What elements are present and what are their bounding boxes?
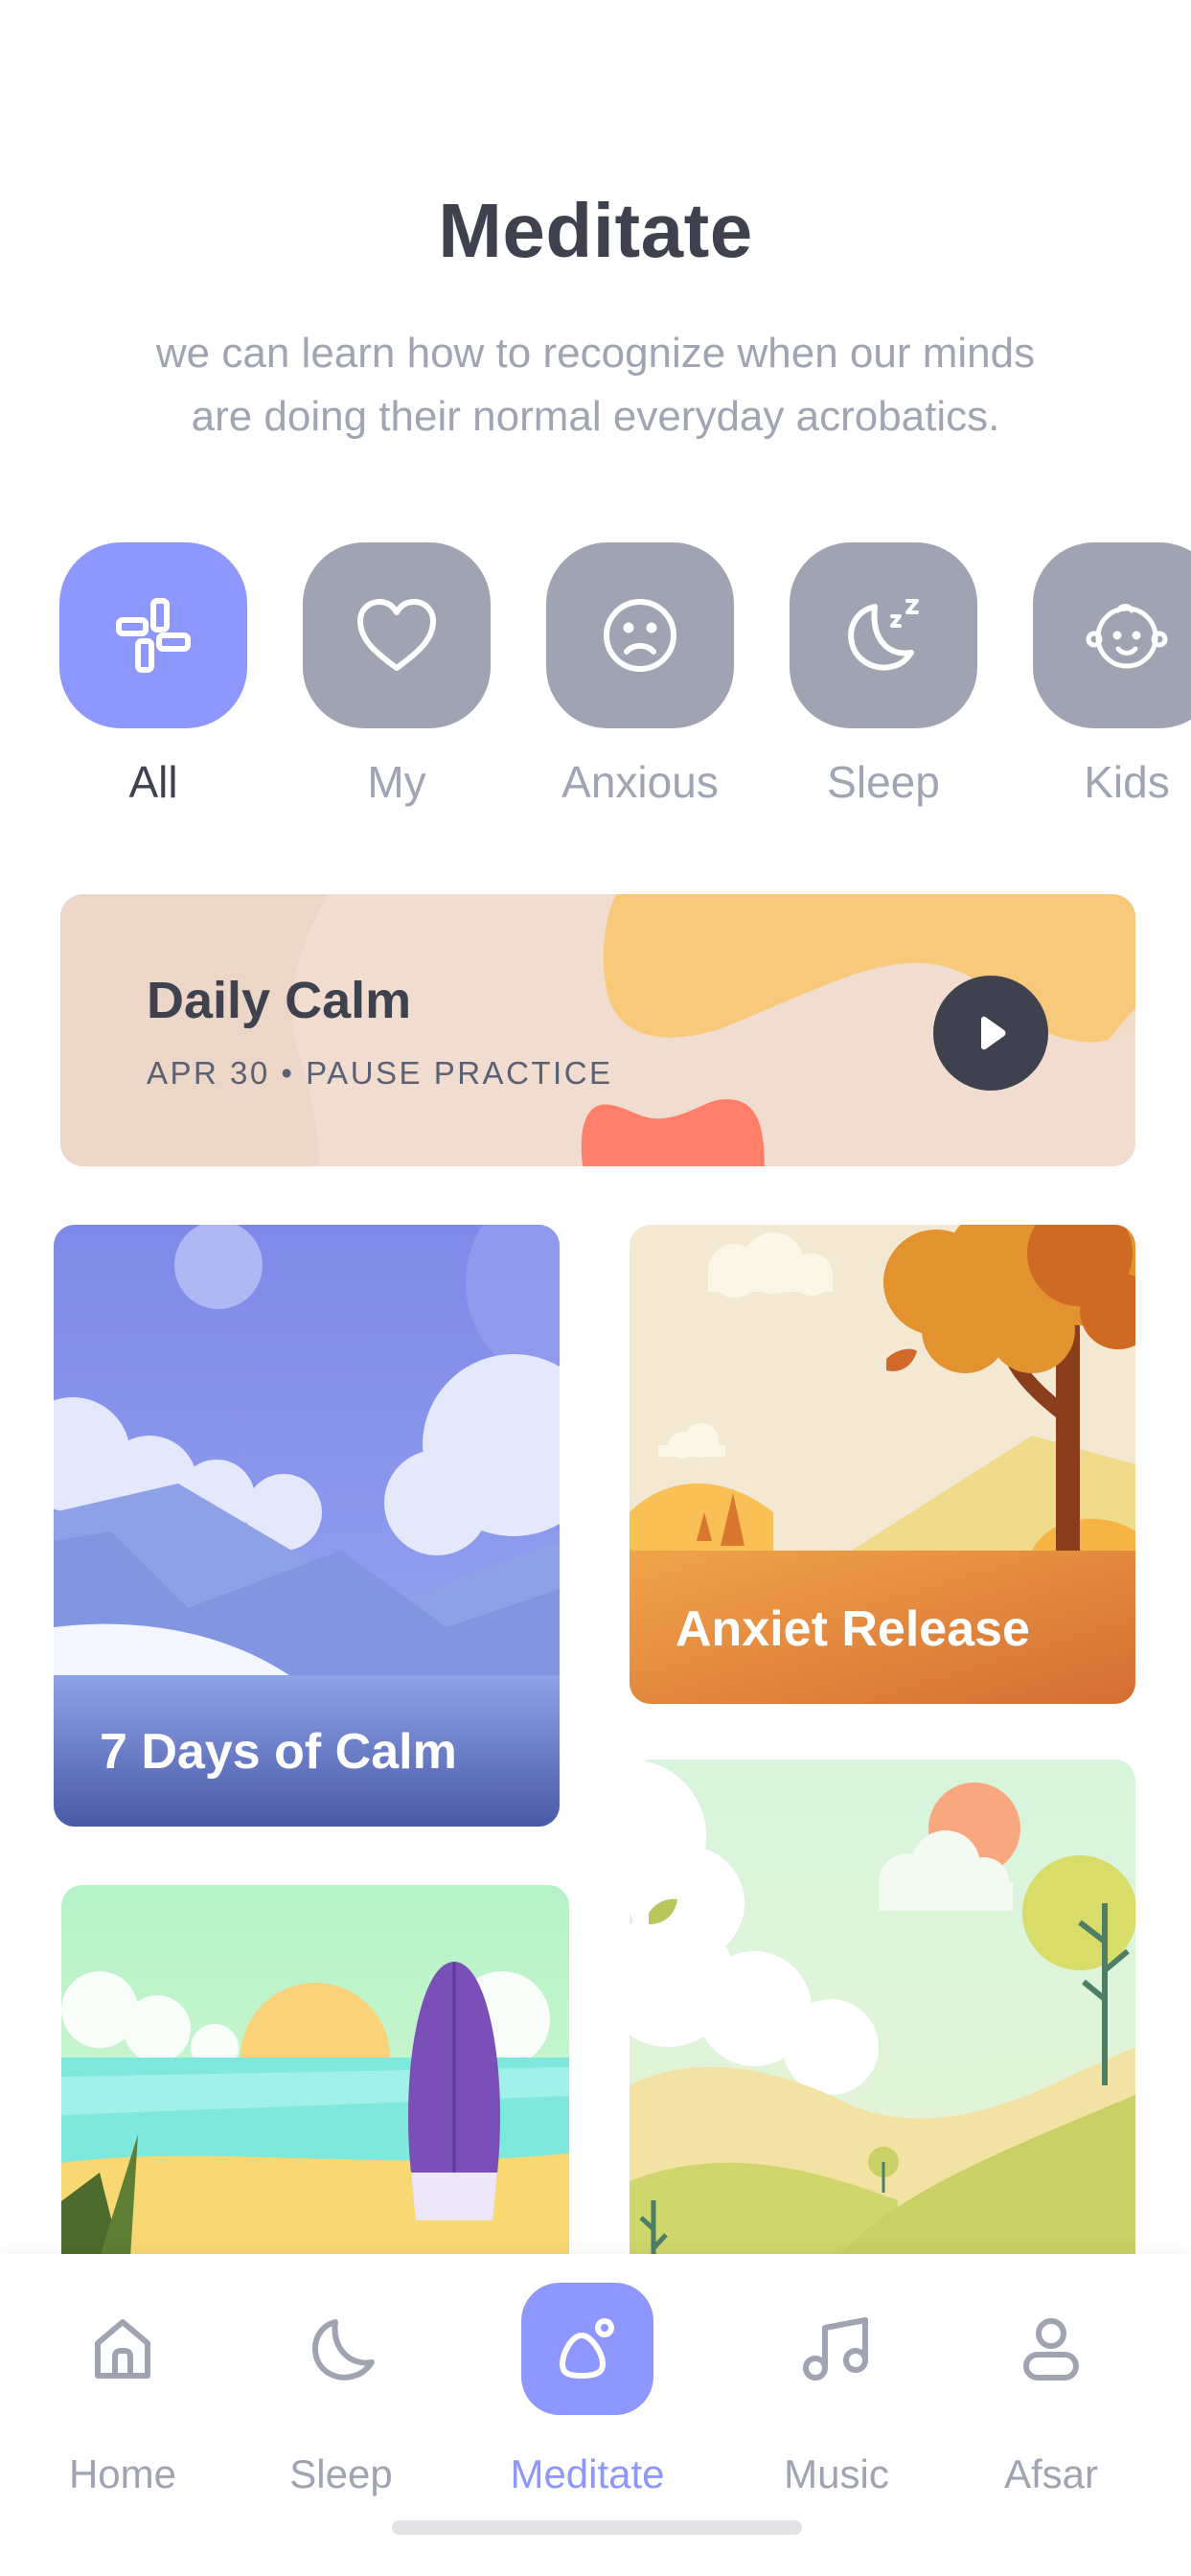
daily-calm-title: Daily Calm bbox=[147, 972, 412, 1029]
category-sleep-chip[interactable] bbox=[790, 542, 977, 728]
category-my-label: My bbox=[367, 757, 426, 807]
play-icon bbox=[981, 1016, 1006, 1050]
category-anxious-chip[interactable] bbox=[546, 542, 734, 728]
music-icon bbox=[803, 2317, 868, 2380]
category-sleep-label: Sleep bbox=[827, 757, 940, 807]
nav-label-sleep: Sleep bbox=[289, 2451, 393, 2496]
baby-face-icon bbox=[1086, 604, 1168, 669]
page-subtitle: we can learn how to recognize when our m… bbox=[105, 322, 1086, 448]
category-my[interactable]: My bbox=[303, 542, 491, 807]
nav-label-meditate: Meditate bbox=[510, 2451, 665, 2496]
category-all-chip[interactable] bbox=[59, 542, 247, 728]
beach-surfboard-illustration bbox=[61, 1885, 569, 2288]
category-my-chip[interactable] bbox=[303, 542, 491, 728]
home-icon bbox=[95, 2319, 150, 2379]
category-all[interactable]: All bbox=[59, 542, 247, 807]
course-card-meadow[interactable] bbox=[630, 1760, 1135, 2277]
page-title: Meditate bbox=[438, 188, 753, 273]
category-anxious[interactable]: Anxious bbox=[546, 542, 734, 807]
card-title-7-days-of-calm: 7 Days of Calm bbox=[100, 1724, 457, 1780]
subtitle-line-2: are doing their normal everyday acrobati… bbox=[191, 393, 1000, 440]
home-indicator[interactable] bbox=[392, 2520, 802, 2535]
daily-calm-play-button[interactable] bbox=[933, 976, 1048, 1091]
category-all-label: All bbox=[128, 757, 178, 807]
heart-icon bbox=[357, 599, 436, 671]
card-title-anxiet-release: Anxiet Release bbox=[676, 1601, 1030, 1657]
nav-meditate-icon-wrap[interactable] bbox=[521, 2283, 653, 2415]
subtitle-line-1: we can learn how to recognize when our m… bbox=[155, 330, 1036, 377]
course-card-anxiet-release[interactable]: Anxiet Release bbox=[630, 1225, 1135, 1704]
nav-label-home: Home bbox=[68, 2451, 177, 2496]
moon-icon bbox=[312, 2319, 375, 2380]
category-kids-chip[interactable] bbox=[1033, 542, 1191, 728]
moon-zzz-icon bbox=[848, 599, 919, 671]
category-sleep[interactable]: Sleep bbox=[790, 542, 977, 807]
daily-calm-subtitle: APR 30 • PAUSE PRACTICE bbox=[147, 1055, 613, 1091]
meditate-icon bbox=[560, 2318, 614, 2379]
user-icon bbox=[1023, 2318, 1079, 2380]
meadow-sun-illustration bbox=[630, 1760, 1135, 2277]
course-card-beach[interactable] bbox=[61, 1885, 569, 2288]
nav-label-afsar: Afsar bbox=[1003, 2451, 1099, 2496]
nav-music-icon-wrap[interactable] bbox=[770, 2283, 903, 2415]
grid-icon bbox=[116, 598, 191, 673]
nav-home-icon-wrap[interactable] bbox=[57, 2283, 189, 2415]
course-card-7-days-of-calm[interactable]: 7 Days of Calm bbox=[54, 1225, 560, 1827]
nav-label-music: Music bbox=[784, 2451, 889, 2496]
nav-afsar-icon-wrap[interactable] bbox=[985, 2283, 1117, 2415]
daily-calm-card[interactable]: Daily Calm APR 30 • PAUSE PRACTICE bbox=[60, 894, 1135, 1166]
sad-face-icon bbox=[604, 599, 676, 672]
category-kids-label: Kids bbox=[1084, 757, 1170, 807]
category-anxious-label: Anxious bbox=[561, 757, 719, 807]
nav-sleep-icon-wrap[interactable] bbox=[275, 2283, 407, 2415]
category-kids[interactable]: Kids bbox=[1033, 542, 1191, 807]
